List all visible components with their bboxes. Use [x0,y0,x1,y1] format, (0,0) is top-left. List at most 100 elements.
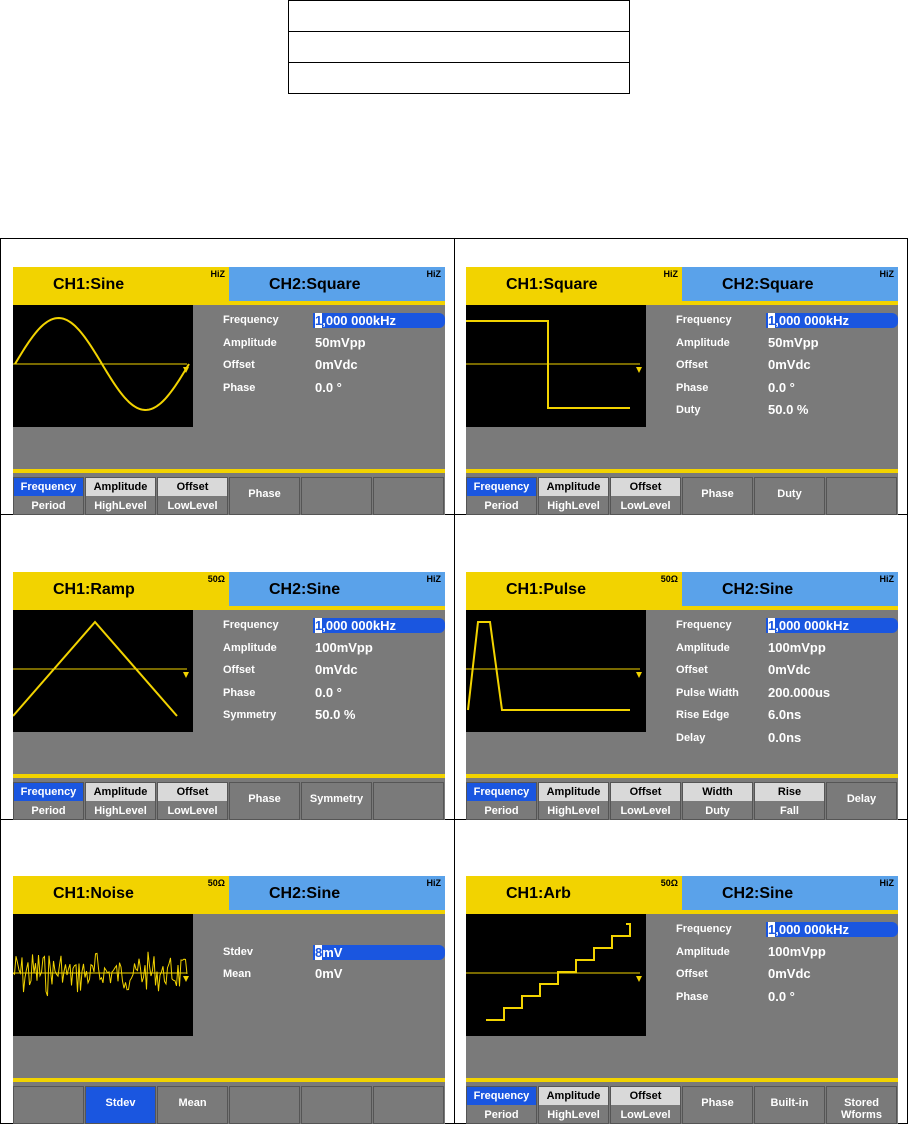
softkey-button[interactable] [373,477,444,515]
softkey-button[interactable]: Frequency Period [466,477,537,515]
param-row[interactable]: Phase 0.0 ° [223,684,445,707]
param-row[interactable]: Phase 0.0 ° [223,379,445,402]
param-value[interactable]: 50mVpp [315,335,366,350]
softkey-button[interactable]: Phase [682,477,753,515]
param-row[interactable]: Amplitude 100mVpp [223,639,445,662]
softkey-button[interactable]: Phase [229,782,300,820]
param-row[interactable]: Mean 0mV [223,965,445,988]
param-value[interactable]: 100mVpp [315,640,373,655]
param-value[interactable]: 0mVdc [315,357,358,372]
ch2-tab[interactable]: CH2:Sine HiZ [682,876,898,912]
ch1-tab[interactable]: CH1:Square HiZ [466,267,682,303]
param-value[interactable]: 8mV [313,945,445,960]
param-value[interactable]: 1,000 000kHz [313,618,445,633]
softkey-button[interactable]: Amplitude HighLevel [538,1086,609,1124]
param-row[interactable]: Frequency 1,000 000kHz [676,920,898,943]
param-row[interactable]: Frequency 1,000 000kHz [223,616,445,639]
param-value[interactable]: 0mVdc [768,357,811,372]
ch2-tab[interactable]: CH2:Sine HiZ [682,572,898,608]
param-value[interactable]: 6.0ns [768,707,801,722]
param-row[interactable]: Phase 0.0 ° [676,988,898,1011]
param-row[interactable]: Delay 0.0ns [676,729,898,752]
softkey-button[interactable] [13,1086,84,1124]
ch1-tab[interactable]: CH1:Noise 50Ω [13,876,229,912]
param-row[interactable]: Amplitude 100mVpp [676,943,898,966]
param-value[interactable]: 0mVdc [768,966,811,981]
softkey-button[interactable]: Symmetry [301,782,372,820]
param-value[interactable]: 50.0 % [768,402,808,417]
param-row[interactable]: Amplitude 50mVpp [676,334,898,357]
softkey-button[interactable]: Stored Wforms [826,1086,897,1124]
param-row[interactable]: Duty 50.0 % [676,401,898,424]
param-value[interactable]: 1,000 000kHz [766,922,898,937]
softkey-button[interactable] [826,477,897,515]
softkey-button[interactable]: Offset LowLevel [157,477,228,515]
param-value[interactable]: 100mVpp [768,640,826,655]
param-value[interactable]: 50mVpp [768,335,819,350]
softkey-button[interactable] [301,1086,372,1124]
param-row[interactable]: Offset 0mVdc [223,661,445,684]
param-row[interactable]: Frequency 1,000 000kHz [676,311,898,334]
param-row[interactable]: Symmetry 50.0 % [223,706,445,729]
param-row[interactable]: Frequency 1,000 000kHz [676,616,898,639]
ch2-tab[interactable]: CH2:Square HiZ [682,267,898,303]
param-row[interactable]: Offset 0mVdc [676,661,898,684]
softkey-button[interactable] [373,1086,444,1124]
param-row[interactable]: Phase 0.0 ° [676,379,898,402]
softkey-button[interactable]: Rise Fall [754,782,825,820]
param-value[interactable]: 0.0 ° [768,380,795,395]
param-value[interactable]: 100mVpp [768,944,826,959]
ch1-tab[interactable]: CH1:Ramp 50Ω [13,572,229,608]
param-value[interactable]: 50.0 % [315,707,355,722]
softkey-button[interactable]: Mean [157,1086,228,1124]
softkey-button[interactable]: Amplitude HighLevel [85,782,156,820]
softkey-button[interactable] [373,782,444,820]
softkey-button[interactable]: Phase [229,477,300,515]
param-value[interactable]: 200.000us [768,685,830,700]
softkey-button[interactable]: Offset LowLevel [157,782,228,820]
softkey-button[interactable]: Frequency Period [13,477,84,515]
softkey-button[interactable]: Duty [754,477,825,515]
param-row[interactable]: Offset 0mVdc [223,356,445,379]
param-row[interactable]: Rise Edge 6.0ns [676,706,898,729]
param-value[interactable]: 1,000 000kHz [766,618,898,633]
param-row[interactable]: Pulse Width 200.000us [676,684,898,707]
param-value[interactable]: 1,000 000kHz [766,313,898,328]
param-value[interactable]: 0.0ns [768,730,801,745]
softkey-button[interactable]: Amplitude HighLevel [538,477,609,515]
softkey-button[interactable] [301,477,372,515]
softkey-button[interactable]: Frequency Period [13,782,84,820]
param-value[interactable]: 1,000 000kHz [313,313,445,328]
ch2-tab[interactable]: CH2:Square HiZ [229,267,445,303]
param-value[interactable]: 0.0 ° [315,685,342,700]
param-value[interactable]: 0.0 ° [315,380,342,395]
softkey-button[interactable]: Offset LowLevel [610,782,681,820]
ch2-tab[interactable]: CH2:Sine HiZ [229,572,445,608]
param-row[interactable]: Stdev 8mV [223,943,445,966]
softkey-button[interactable]: Width Duty [682,782,753,820]
param-row[interactable]: Amplitude 50mVpp [223,334,445,357]
param-value[interactable]: 0mVdc [768,662,811,677]
softkey-button[interactable]: Offset LowLevel [610,477,681,515]
param-row[interactable] [223,920,445,943]
param-value[interactable]: 0mVdc [315,662,358,677]
param-row[interactable]: Amplitude 100mVpp [676,639,898,662]
ch1-tab[interactable]: CH1:Arb 50Ω [466,876,682,912]
softkey-button[interactable]: Phase [682,1086,753,1124]
softkey-button[interactable]: Built-in [754,1086,825,1124]
param-row[interactable]: Offset 0mVdc [676,965,898,988]
ch1-tab[interactable]: CH1:Pulse 50Ω [466,572,682,608]
ch1-tab[interactable]: CH1:Sine HiZ [13,267,229,303]
param-row[interactable]: Frequency 1,000 000kHz [223,311,445,334]
softkey-button[interactable]: Stdev [85,1086,156,1124]
softkey-button[interactable] [229,1086,300,1124]
softkey-button[interactable]: Offset LowLevel [610,1086,681,1124]
param-value[interactable]: 0mV [315,966,342,981]
softkey-button[interactable]: Frequency Period [466,1086,537,1124]
ch2-tab[interactable]: CH2:Sine HiZ [229,876,445,912]
softkey-button[interactable]: Frequency Period [466,782,537,820]
param-value[interactable]: 0.0 ° [768,989,795,1004]
softkey-button[interactable]: Amplitude HighLevel [85,477,156,515]
softkey-button[interactable]: Amplitude HighLevel [538,782,609,820]
softkey-button[interactable]: Delay [826,782,897,820]
